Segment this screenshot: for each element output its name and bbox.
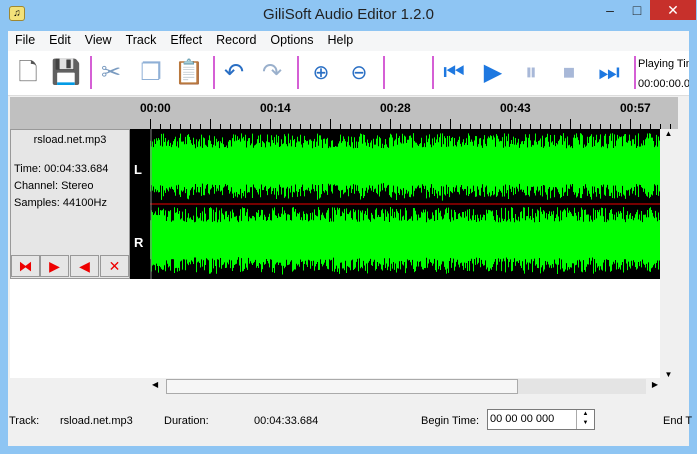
horizontal-scrollbar[interactable]: ◀ ▶ (150, 378, 660, 395)
scroll-up-arrow[interactable]: ▲ (660, 129, 677, 138)
ruler-tick-marks (150, 119, 671, 129)
play-icon[interactable]: ▶ (478, 58, 508, 88)
menu-view[interactable]: View (78, 31, 119, 51)
track-channel: Channel: Stereo (14, 180, 94, 192)
undo-icon[interactable]: ↶ (219, 58, 249, 88)
track-samples: Samples: 44100Hz (14, 197, 107, 209)
end-time-label: End T (663, 415, 693, 427)
skip-start-icon[interactable]: ⏮ (439, 58, 469, 88)
right-channel-wave (150, 207, 660, 275)
menu-options[interactable]: Options (263, 31, 320, 51)
tick-mark (150, 119, 151, 129)
right-channel-label: R (134, 235, 144, 250)
play-right-button[interactable]: ▶ (40, 255, 69, 277)
tick-mark (390, 119, 391, 129)
duration-value: 00:04:33.684 (254, 415, 319, 427)
copy-icon[interactable]: ❐ (136, 58, 166, 88)
track-filename: rsload.net.mp3 (33, 134, 107, 146)
menu-bar: File Edit View Track Effect Record Optio… (8, 31, 689, 51)
menu-file[interactable]: File (8, 31, 42, 51)
channel-labels: L R (130, 129, 150, 279)
begin-time-input[interactable]: 00 00 00 000 ▲ ▼ (487, 409, 595, 430)
ruler-tick: 00:57 (620, 101, 651, 115)
zoom-out-icon[interactable]: ⊖ (344, 58, 374, 88)
track-time: Time: 00:04:33.684 (14, 163, 109, 175)
begin-time-label: Begin Time: (421, 415, 480, 427)
begin-time-value: 00 00 00 000 (490, 413, 555, 425)
delete-track-button[interactable]: ✕ (100, 255, 129, 277)
client-area: File Edit View Track Effect Record Optio… (8, 31, 693, 446)
window-title: GiliSoft Audio Editor 1.2.0 (263, 6, 434, 23)
scroll-right-arrow[interactable]: ▶ (652, 380, 658, 389)
track-empty-area (10, 279, 660, 378)
ruler-tick: 00:00 (140, 101, 171, 115)
separator (90, 56, 92, 89)
new-file-icon[interactable]: 🗋 (13, 58, 43, 88)
menu-track[interactable]: Track (119, 31, 164, 51)
playing-time-value: 00:00:00.0 (638, 78, 689, 90)
tick-mark (630, 119, 631, 129)
paste-icon[interactable]: 📋 (174, 58, 204, 88)
separator (634, 56, 636, 89)
pause-icon[interactable]: ⏸ (516, 58, 546, 88)
menu-effect[interactable]: Effect (163, 31, 209, 51)
status-bar: Track: rsload.net.mp3 Duration: 00:04:33… (8, 405, 693, 445)
time-ruler[interactable]: 00:00 00:14 00:28 00:43 00:57 (10, 97, 678, 129)
save-icon[interactable]: 💾 (51, 58, 81, 88)
stop-icon[interactable]: ⏹ (554, 58, 584, 88)
scroll-left-arrow[interactable]: ◀ (152, 380, 158, 389)
left-channel-wave (150, 133, 660, 201)
zoom-in-icon[interactable]: ⊕ (306, 58, 336, 88)
scroll-thumb[interactable] (166, 379, 518, 394)
track-value: rsload.net.mp3 (60, 415, 133, 427)
waveform[interactable] (150, 129, 660, 279)
tick-mark (210, 119, 211, 129)
vertical-scrollbar[interactable]: ▲ ▼ (660, 129, 677, 379)
scroll-track (518, 379, 646, 394)
track-label: Track: (9, 415, 40, 427)
begin-time-spinner[interactable]: ▲ ▼ (576, 410, 594, 429)
tick-mark (510, 119, 511, 129)
redo-icon[interactable]: ↷ (257, 58, 287, 88)
tick-mark (270, 119, 271, 129)
close-button[interactable]: ✕ (650, 0, 696, 20)
left-channel-label: L (134, 162, 142, 177)
ruler-tick: 00:14 (260, 101, 291, 115)
title-bar: ♫ GiliSoft Audio Editor 1.2.0 – □ ✕ (0, 0, 697, 30)
ruler-tick: 00:43 (500, 101, 531, 115)
duration-label: Duration: (164, 415, 209, 427)
separator (297, 56, 299, 89)
trim-both-button[interactable]: ⧓ (11, 255, 40, 277)
maximize-button[interactable]: □ (624, 0, 650, 20)
skip-end-icon[interactable]: ⏭ (594, 58, 624, 88)
tick-mark (570, 119, 571, 129)
ruler-tick: 00:28 (380, 101, 411, 115)
playing-time-label: Playing Tim (638, 58, 689, 70)
play-left-button[interactable]: ◀ (70, 255, 99, 277)
minimize-button[interactable]: – (596, 0, 624, 20)
tick-mark (330, 119, 331, 129)
menu-record[interactable]: Record (209, 31, 263, 51)
tick-mark (450, 119, 451, 129)
separator (432, 56, 434, 89)
cut-icon[interactable]: ✂ (96, 58, 126, 88)
scroll-down-arrow[interactable]: ▼ (660, 370, 677, 379)
separator (213, 56, 215, 89)
menu-edit[interactable]: Edit (42, 31, 78, 51)
toolbar: 🗋 💾 ✂ ❐ 📋 ↶ ↷ ⊕ ⊖ ⏮ ▶ ⏸ ⏹ ⏭ Playing Tim … (8, 51, 689, 96)
separator (383, 56, 385, 89)
menu-help[interactable]: Help (321, 31, 361, 51)
